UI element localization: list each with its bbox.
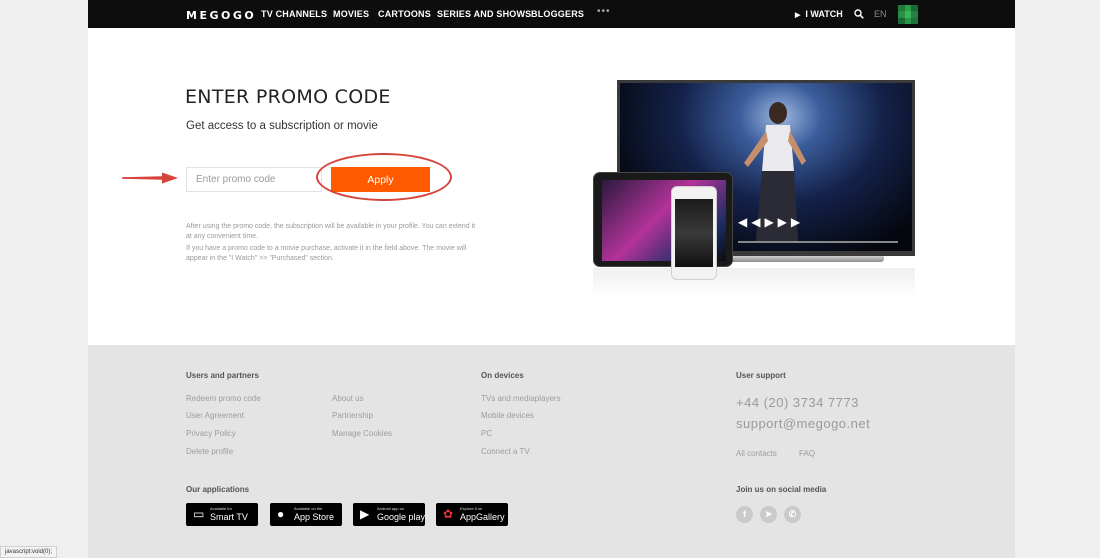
footer-link-all-contacts[interactable]: All contacts xyxy=(736,449,777,458)
badge-caption: Available for xyxy=(210,506,232,511)
footer-link-delete-profile[interactable]: Delete profile xyxy=(186,447,233,456)
viber-icon[interactable]: ✆ xyxy=(784,506,801,523)
app-gallery-badge[interactable]: ✿ Explore it on AppGallery xyxy=(436,503,508,526)
apple-icon: ● xyxy=(277,507,285,521)
smart-tv-badge[interactable]: ▭ Available for Smart TV xyxy=(186,503,258,526)
footer-heading-devices: On devices xyxy=(481,371,524,380)
i-watch-label: I WATCH xyxy=(805,9,843,19)
footer-heading-apps: Our applications xyxy=(186,485,250,494)
browser-status-bar: javascript:void(0); xyxy=(0,546,58,558)
footer-link-privacy-policy[interactable]: Privacy Policy xyxy=(186,429,236,438)
footer-link-manage-cookies[interactable]: Manage Cookies xyxy=(332,429,392,438)
play-icon: ▶ xyxy=(795,12,801,19)
footer-heading-support: User support xyxy=(736,371,786,380)
player-controls-icon: ◀◀▶▶▶ xyxy=(738,215,805,229)
promo-note-subscription: After using the promo code, the subscrip… xyxy=(186,223,476,240)
footer-link-pc[interactable]: PC xyxy=(481,429,492,438)
top-navigation-bar: MEGOGO TV CHANNELS MOVIES CARTOONS SERIE… xyxy=(88,0,1015,28)
support-email[interactable]: support@megogo.net xyxy=(736,416,870,431)
search-icon[interactable] xyxy=(854,9,864,19)
support-phone[interactable]: +44 (20) 3734 7773 xyxy=(736,395,859,410)
language-selector[interactable]: EN xyxy=(874,9,887,19)
nav-series-and-shows[interactable]: SERIES AND SHOWS xyxy=(437,9,531,19)
promo-code-input[interactable] xyxy=(186,167,322,192)
footer-link-partnership[interactable]: Partnership xyxy=(332,411,373,420)
footer-heading-social: Join us on social media xyxy=(736,485,827,494)
badge-caption: Android app on xyxy=(377,506,405,511)
badge-title: AppGallery xyxy=(460,512,505,522)
google-play-icon: ▶ xyxy=(360,507,370,521)
footer-link-faq[interactable]: FAQ xyxy=(799,449,815,458)
footer-link-tvs[interactable]: TVs and mediaplayers xyxy=(481,394,561,403)
promo-note-movie: If you have a promo code to a movie purc… xyxy=(186,245,467,262)
tv-progress-bar xyxy=(738,241,898,243)
highlight-ellipse xyxy=(316,153,452,201)
footer-link-user-agreement[interactable]: User Agreement xyxy=(186,411,244,420)
nav-cartoons[interactable]: CARTOONS xyxy=(378,9,431,19)
page-title: ENTER PROMO CODE xyxy=(185,86,391,108)
badge-title: App Store xyxy=(294,512,335,522)
devices-reflection xyxy=(593,268,915,298)
page-subtitle: Get access to a subscription or movie xyxy=(186,120,378,132)
badge-caption: Explore it on xyxy=(460,506,483,511)
app-store-badge[interactable]: ● Available on the App Store xyxy=(270,503,342,526)
huawei-icon: ✿ xyxy=(443,507,454,521)
footer-heading-users: Users and partners xyxy=(186,371,259,380)
badge-title: Smart TV xyxy=(210,512,248,522)
footer-link-mobile-devices[interactable]: Mobile devices xyxy=(481,411,534,420)
badge-caption: Available on the xyxy=(294,506,323,511)
nav-tv-channels[interactable]: TV CHANNELS xyxy=(261,9,327,19)
telegram-icon[interactable]: ➤ xyxy=(760,506,777,523)
footer-link-connect-tv[interactable]: Connect a TV xyxy=(481,447,530,456)
arrow-right-icon xyxy=(122,172,178,184)
facebook-icon[interactable]: f xyxy=(736,506,753,523)
nav-bloggers[interactable]: BLOGGERS xyxy=(531,9,584,19)
google-play-badge[interactable]: ▶ Android app on Google play xyxy=(353,503,425,526)
footer: Users and partners Redeem promo code Use… xyxy=(88,345,1015,558)
page: MEGOGO TV CHANNELS MOVIES CARTOONS SERIE… xyxy=(88,0,1015,558)
megogo-logo[interactable]: MEGOGO xyxy=(186,9,256,22)
tv-icon: ▭ xyxy=(193,507,205,521)
badge-title: Google play xyxy=(377,512,426,522)
footer-link-about-us[interactable]: About us xyxy=(332,394,364,403)
footer-link-redeem-promo-code[interactable]: Redeem promo code xyxy=(186,394,261,403)
i-watch-link[interactable]: ▶ I WATCH xyxy=(795,9,843,19)
more-menu-icon[interactable]: ••• xyxy=(597,6,611,17)
user-avatar[interactable] xyxy=(898,5,918,24)
phone-illustration xyxy=(671,186,717,280)
nav-movies[interactable]: MOVIES xyxy=(333,9,369,19)
phone-screen xyxy=(675,199,713,267)
